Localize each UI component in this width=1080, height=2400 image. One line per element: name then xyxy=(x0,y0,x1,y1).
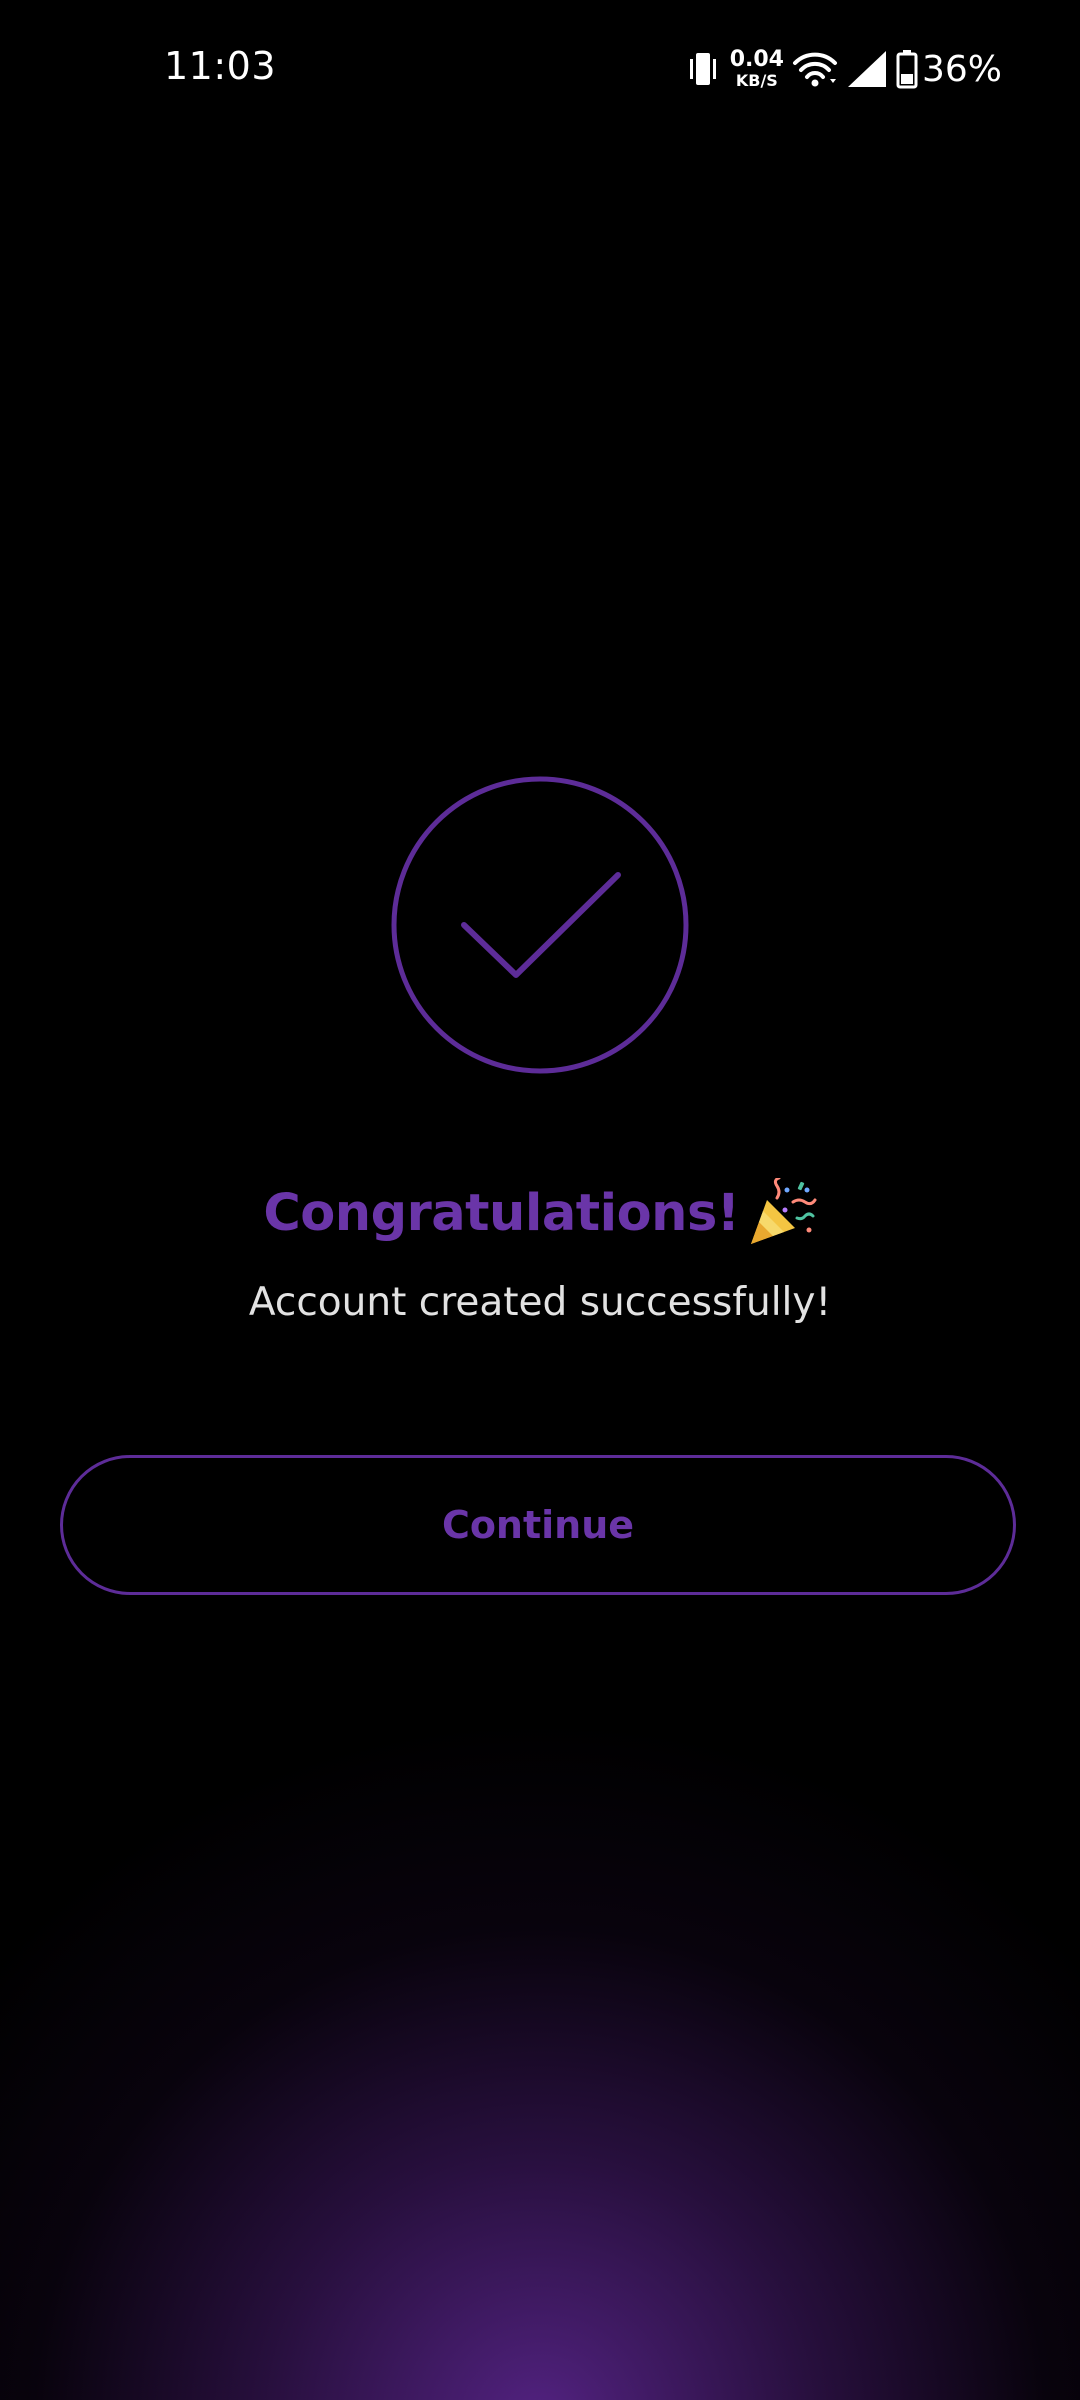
network-speed: 0.04 KB/S xyxy=(730,49,784,89)
success-title: Congratulations! xyxy=(263,1183,740,1243)
continue-button[interactable]: Continue xyxy=(60,1455,1016,1595)
network-speed-unit: KB/S xyxy=(735,71,778,90)
battery-percent: 36% xyxy=(921,48,1002,90)
continue-button-label: Continue xyxy=(441,1503,635,1547)
wifi-icon xyxy=(792,49,838,89)
success-title-row: Congratulations! xyxy=(0,1176,1080,1258)
signal-icon xyxy=(846,49,888,89)
vibrate-icon xyxy=(686,49,720,89)
battery-icon xyxy=(896,49,918,89)
status-icons: 0.04 KB/S 36% xyxy=(678,44,1002,94)
party-popper-icon xyxy=(747,1176,817,1248)
check-circle-icon xyxy=(390,775,690,1075)
status-bar: 11:03 0.04 KB/S 36% xyxy=(0,0,1080,140)
status-time: 11:03 xyxy=(164,44,277,88)
network-speed-value: 0.04 xyxy=(729,47,784,72)
success-message: Account created successfully! xyxy=(248,1280,832,1325)
